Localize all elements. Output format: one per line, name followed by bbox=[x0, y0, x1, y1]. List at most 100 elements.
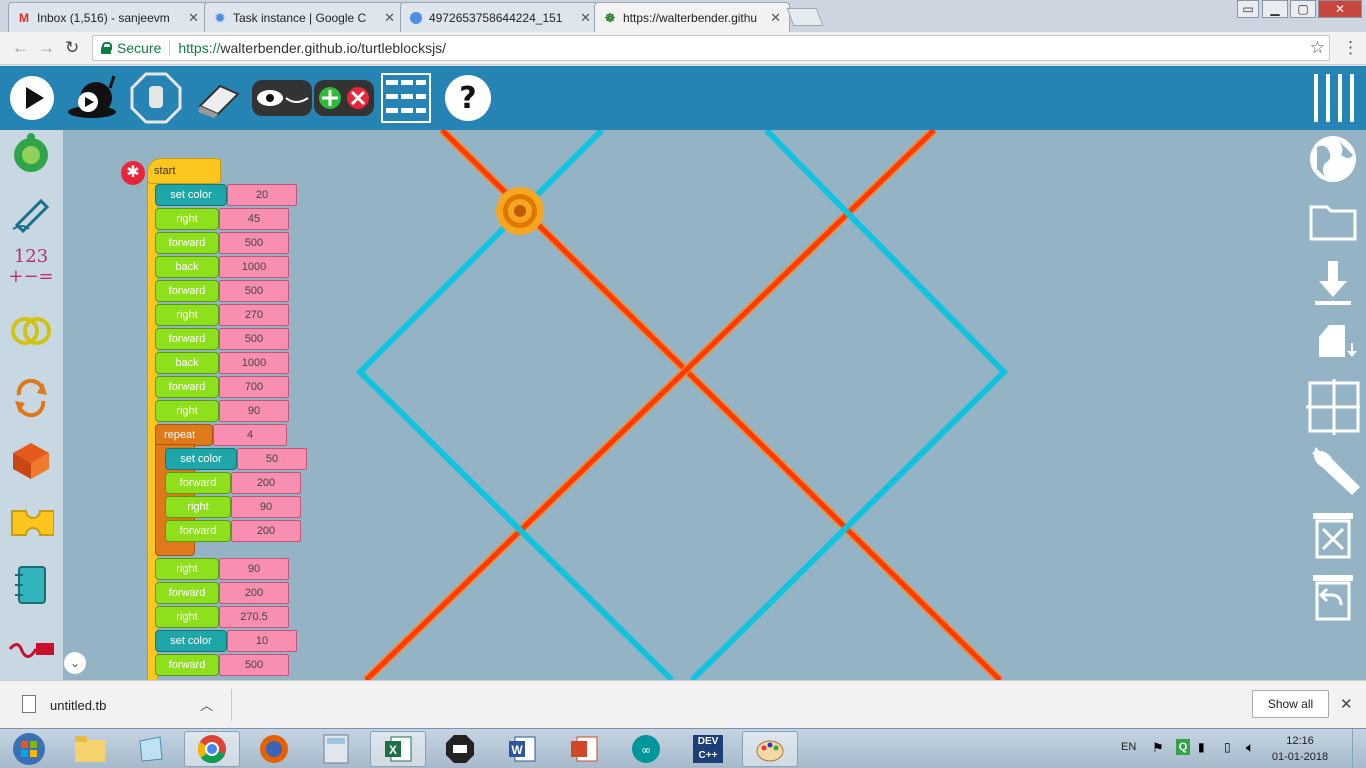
close-window-icon[interactable]: ✕ bbox=[1318, 0, 1362, 18]
bookmark-star-icon[interactable]: ☆ bbox=[1310, 38, 1325, 58]
app-taskbar-button[interactable] bbox=[432, 731, 488, 767]
tab-close-icon[interactable]: ✕ bbox=[580, 10, 591, 26]
turtle-palette-button[interactable] bbox=[8, 132, 54, 178]
number-input[interactable]: 45 bbox=[219, 208, 289, 230]
number-input[interactable]: 1000 bbox=[219, 352, 289, 374]
flag-icon[interactable]: ⚑ bbox=[1152, 740, 1164, 756]
tab-close-icon[interactable]: ✕ bbox=[770, 10, 781, 26]
sensor-palette-button[interactable] bbox=[8, 626, 54, 672]
tab-gmail[interactable]: M Inbox (1,516) - sanjeevm ✕ bbox=[8, 2, 208, 32]
new-tab-button[interactable] bbox=[786, 8, 824, 26]
clear-button[interactable] bbox=[192, 72, 244, 124]
chrome-taskbar-button[interactable] bbox=[184, 731, 240, 767]
forward-block[interactable]: forward bbox=[155, 232, 219, 254]
number-input[interactable]: 50 bbox=[237, 448, 307, 470]
settings-button[interactable] bbox=[1306, 444, 1360, 498]
devcpp-taskbar-button[interactable]: DEV C++ bbox=[680, 731, 736, 767]
tab-document[interactable]: 4972653758644224_151 ✕ bbox=[400, 2, 600, 32]
show-desktop-button[interactable] bbox=[1352, 729, 1366, 768]
explorer-taskbar-button[interactable] bbox=[62, 731, 118, 767]
calculator-taskbar-button[interactable] bbox=[308, 731, 364, 767]
network-icon[interactable]: ▮ bbox=[1198, 740, 1205, 754]
paint-taskbar-button[interactable] bbox=[742, 731, 798, 767]
block-collapse-icon[interactable]: ✱ bbox=[121, 161, 145, 185]
set-color-block[interactable]: set color bbox=[155, 630, 227, 652]
right-block[interactable]: right bbox=[155, 208, 219, 230]
chrome-menu-icon[interactable]: ⋮ bbox=[1342, 38, 1359, 58]
main-menu-button[interactable] bbox=[1308, 72, 1360, 124]
media-palette-button[interactable] bbox=[8, 562, 54, 608]
number-palette-button[interactable]: 123 +−= bbox=[8, 244, 54, 290]
download-file-name[interactable]: untitled.tb bbox=[50, 698, 106, 713]
arduino-taskbar-button[interactable]: ∞ bbox=[618, 731, 674, 767]
collapse-expand-button[interactable] bbox=[314, 72, 374, 124]
volume-icon[interactable]: 🔈︎ bbox=[1246, 739, 1254, 756]
forward-block[interactable]: forward bbox=[155, 328, 219, 350]
tab-close-icon[interactable]: ✕ bbox=[384, 10, 395, 26]
address-bar[interactable]: Secure https:// walterbender.github.io/t… bbox=[92, 35, 1330, 61]
number-input[interactable]: 90 bbox=[219, 400, 289, 422]
forward-block[interactable]: forward bbox=[165, 472, 231, 494]
run-slow-button[interactable] bbox=[66, 72, 118, 124]
pen-palette-button[interactable] bbox=[8, 188, 54, 234]
forward-icon[interactable]: → bbox=[38, 38, 55, 58]
excel-taskbar-button[interactable]: X bbox=[370, 731, 426, 767]
box-palette-button[interactable] bbox=[8, 436, 54, 482]
security-indicator[interactable]: Secure bbox=[101, 40, 161, 56]
user-icon[interactable]: ▭ bbox=[1237, 0, 1259, 18]
number-input[interactable]: 500 bbox=[219, 654, 289, 676]
back-block[interactable]: back bbox=[155, 352, 219, 374]
forward-block[interactable]: forward bbox=[155, 376, 219, 398]
boolean-palette-button[interactable] bbox=[8, 308, 54, 354]
close-shelf-icon[interactable]: ✕ bbox=[1340, 695, 1353, 713]
reload-icon[interactable]: ↻ bbox=[65, 38, 79, 58]
forward-block[interactable]: forward bbox=[155, 582, 219, 604]
cartesian-button[interactable] bbox=[1306, 379, 1360, 435]
powerpoint-taskbar-button[interactable] bbox=[556, 731, 612, 767]
back-block[interactable]: back bbox=[155, 256, 219, 278]
number-input[interactable]: 270.5 bbox=[219, 606, 289, 628]
forward-block[interactable]: forward bbox=[165, 520, 231, 542]
tab-close-icon[interactable]: ✕ bbox=[188, 10, 199, 26]
back-icon[interactable]: ← bbox=[12, 38, 29, 58]
notepad-taskbar-button[interactable] bbox=[122, 731, 178, 767]
tray-app-icon[interactable]: Q bbox=[1176, 739, 1190, 755]
save-button[interactable] bbox=[1306, 256, 1360, 310]
number-input[interactable]: 90 bbox=[231, 496, 301, 518]
minimize-icon[interactable]: ▁ bbox=[1262, 0, 1288, 18]
right-block[interactable]: right bbox=[155, 606, 219, 628]
stop-button[interactable] bbox=[130, 72, 182, 124]
run-fast-button[interactable] bbox=[6, 72, 58, 124]
grid-view-button[interactable] bbox=[380, 72, 432, 124]
firefox-taskbar-button[interactable] bbox=[246, 731, 302, 767]
battery-icon[interactable]: ▯ bbox=[1224, 740, 1231, 754]
maximize-icon[interactable]: ▢ bbox=[1290, 0, 1316, 18]
start-menu-button[interactable] bbox=[2, 731, 56, 767]
number-input[interactable]: 500 bbox=[219, 280, 289, 302]
word-taskbar-button[interactable]: W bbox=[494, 731, 550, 767]
scroll-down-icon[interactable]: ⌄ bbox=[64, 652, 86, 674]
number-input[interactable]: 270 bbox=[219, 304, 289, 326]
number-input[interactable]: 1000 bbox=[219, 256, 289, 278]
open-file-button[interactable] bbox=[1306, 194, 1360, 248]
number-input[interactable]: 500 bbox=[219, 328, 289, 350]
repeat-block[interactable]: repeat bbox=[155, 424, 213, 446]
right-block[interactable]: right bbox=[155, 304, 219, 326]
start-block[interactable]: start bbox=[147, 158, 221, 184]
show-all-button[interactable]: Show all bbox=[1252, 690, 1329, 718]
number-input[interactable]: 200 bbox=[231, 520, 301, 542]
right-block[interactable]: right bbox=[155, 400, 219, 422]
number-input[interactable]: 20 bbox=[227, 184, 297, 206]
number-input[interactable]: 200 bbox=[231, 472, 301, 494]
repeat-count-input[interactable]: 4 bbox=[213, 424, 287, 446]
flow-palette-button[interactable] bbox=[8, 374, 54, 420]
language-indicator[interactable]: EN bbox=[1121, 741, 1136, 753]
show-hide-blocks-button[interactable] bbox=[252, 72, 312, 124]
tab-turtleblocks[interactable]: ☸ https://walterbender.githu ✕ bbox=[594, 2, 790, 32]
forward-block[interactable]: forward bbox=[155, 654, 219, 676]
forward-block[interactable]: forward bbox=[155, 280, 219, 302]
chevron-up-icon[interactable]: ︿ bbox=[200, 695, 213, 714]
tab-task-instance[interactable]: ✹ Task instance | Google C ✕ bbox=[204, 2, 404, 32]
paste-button[interactable] bbox=[1306, 316, 1360, 370]
number-input[interactable]: 10 bbox=[227, 630, 297, 652]
